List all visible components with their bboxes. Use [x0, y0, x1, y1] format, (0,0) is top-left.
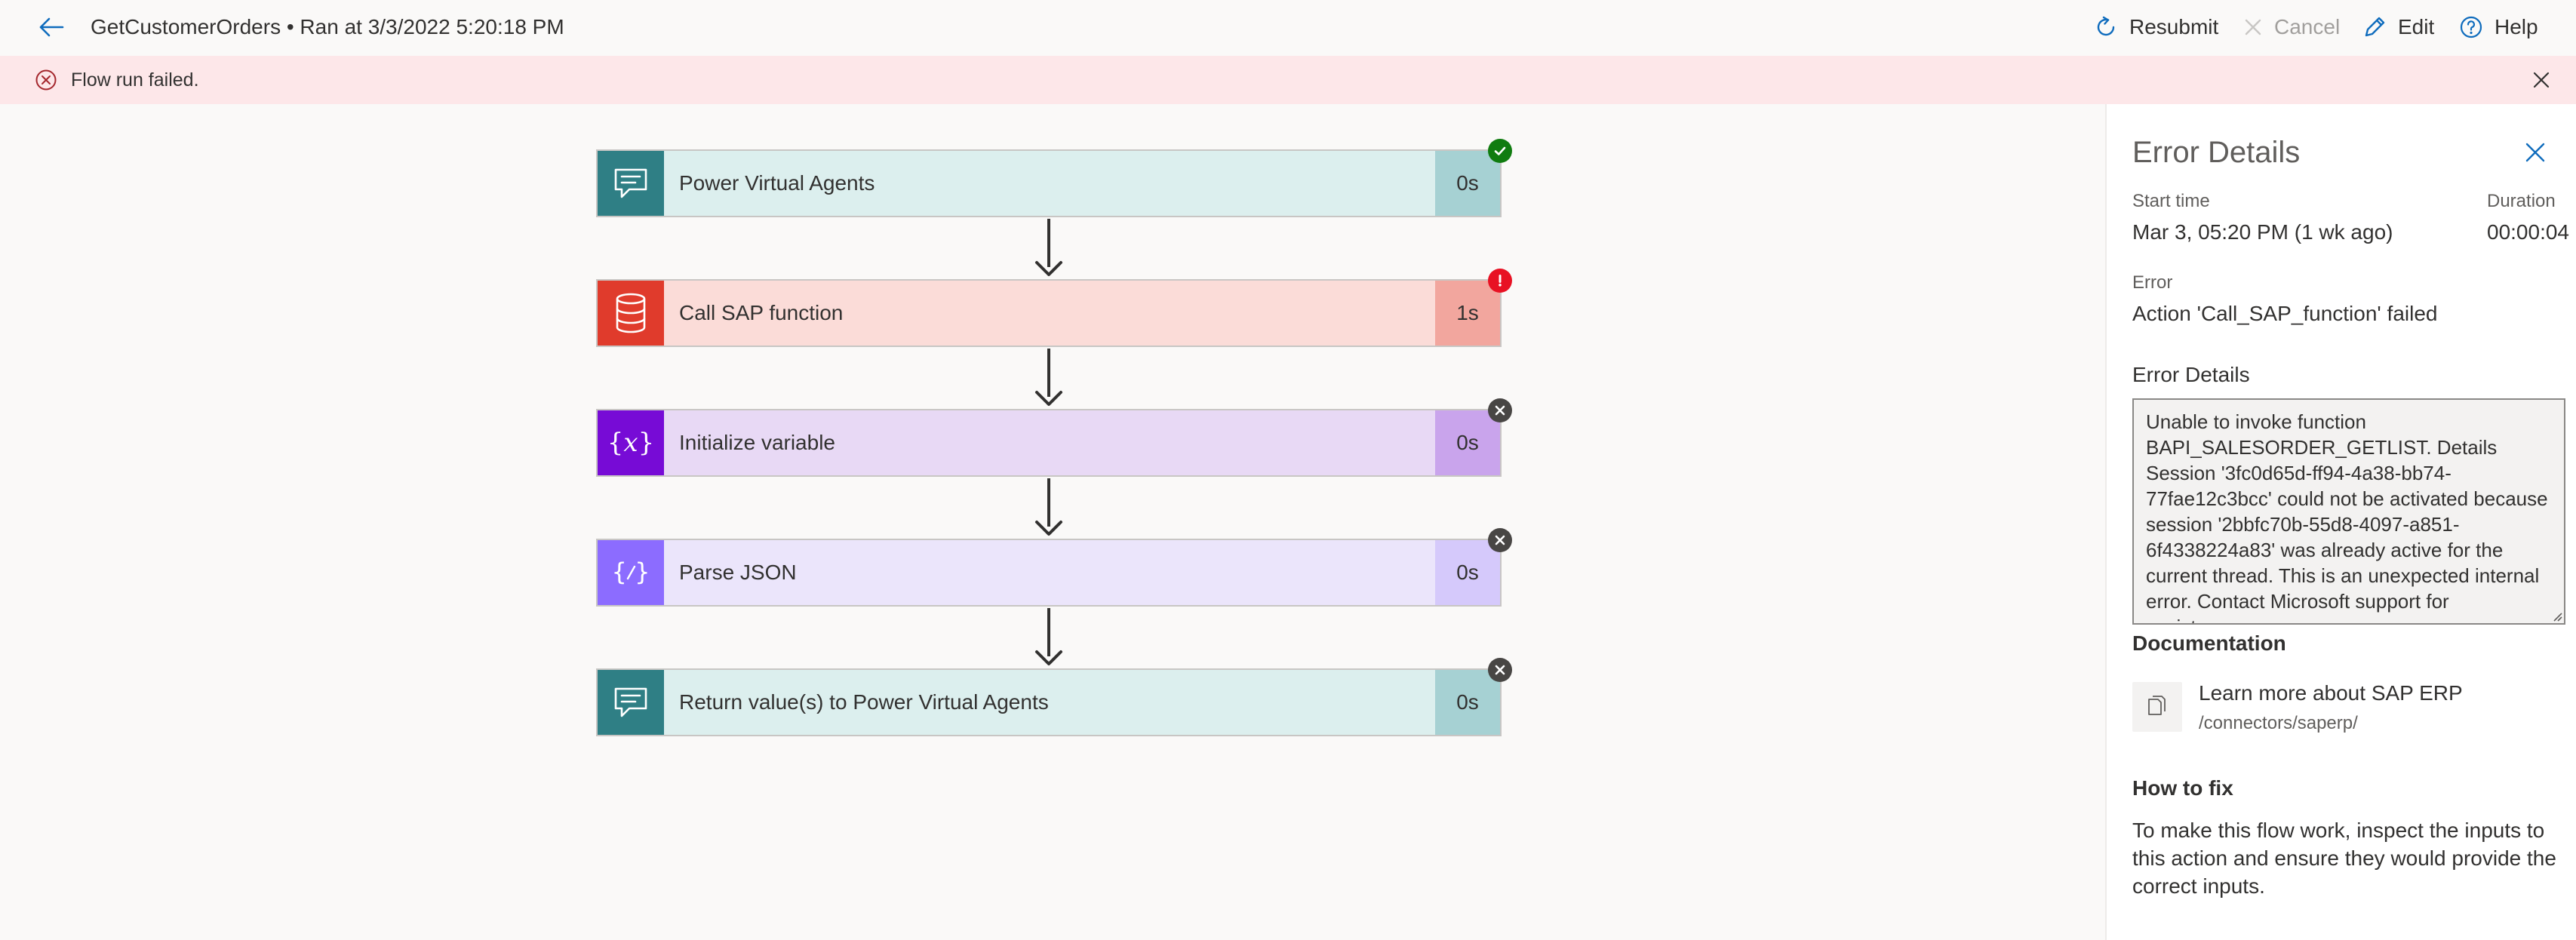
documentation-heading: Documentation — [2132, 631, 2286, 655]
documents-icon — [2148, 696, 2166, 715]
step-icon-box — [598, 281, 664, 346]
close-icon — [2525, 143, 2545, 162]
run-title: GetCustomerOrders • Ran at 3/3/2022 5:20… — [91, 15, 564, 38]
arrow-down-icon — [1035, 650, 1062, 665]
arrow-down-icon — [1035, 521, 1062, 536]
chat-bubble-icon — [614, 168, 647, 198]
step-duration: 1s — [1435, 281, 1500, 346]
cancel-label: Cancel — [2274, 15, 2341, 38]
error-label: Error — [2132, 272, 2173, 293]
step-icon-box — [598, 151, 664, 216]
step-call-sap-function[interactable]: Call SAP function 1s — [596, 269, 1512, 347]
success-check-icon — [1488, 139, 1512, 163]
close-icon — [2533, 72, 2550, 88]
step-label: Parse JSON — [679, 561, 797, 584]
document-tile — [2132, 682, 2182, 732]
error-details-panel: Error Details Start time Duration Mar 3,… — [2105, 104, 2576, 940]
step-label: Call SAP function — [679, 301, 844, 324]
step-icon-box: { } — [598, 540, 664, 605]
help-button[interactable]: Help — [2458, 11, 2538, 44]
help-label: Help — [2495, 15, 2538, 38]
panel-close-button[interactable] — [2519, 136, 2552, 169]
skipped-x-icon — [1488, 398, 1512, 422]
step-label: Power Virtual Agents — [679, 171, 875, 195]
error-circle-icon — [35, 69, 57, 91]
step-duration: 0s — [1435, 670, 1500, 735]
step-icon-box: {x} — [598, 410, 664, 475]
svg-text:{x}: {x} — [607, 428, 654, 458]
start-time-value: Mar 3, 05:20 PM (1 wk ago) — [2132, 220, 2393, 244]
arrow-down-icon — [1035, 391, 1062, 406]
resubmit-label: Resubmit — [2129, 15, 2219, 38]
step-label: Return value(s) to Power Virtual Agents — [679, 690, 1049, 714]
resubmit-button[interactable]: Resubmit — [2093, 11, 2218, 44]
error-exclamation-icon — [1488, 269, 1512, 293]
documentation-path: /connectors/saperp/ — [2199, 713, 2358, 733]
panel-title: Error Details — [2132, 136, 2301, 169]
error-banner: Flow run failed. — [0, 56, 2576, 104]
edit-button[interactable]: Edit — [2362, 11, 2434, 44]
step-power-virtual-agents[interactable]: Power Virtual Agents 0s — [596, 139, 1512, 217]
step-initialize-variable[interactable]: {x} Initialize variable 0s — [596, 398, 1512, 477]
arrow-down-icon — [1035, 261, 1062, 276]
skipped-x-icon — [1488, 658, 1512, 682]
step-duration: 0s — [1435, 151, 1500, 216]
cancel-button[interactable]: Cancel — [2242, 11, 2340, 44]
error-details-text: Unable to invoke function BAPI_SALESORDE… — [2146, 410, 2548, 623]
chat-bubble-icon — [614, 687, 647, 717]
error-value: Action 'Call_SAP_function' failed — [2132, 302, 2438, 325]
error-details-label: Error Details — [2132, 363, 2250, 386]
resize-grip-icon[interactable] — [2550, 610, 2562, 622]
skipped-x-icon — [1488, 528, 1512, 552]
how-to-fix-heading: How to fix — [2132, 776, 2233, 800]
json-icon: { } — [612, 558, 650, 586]
step-icon-box — [598, 670, 664, 735]
step-parse-json[interactable]: { } Parse JSON 0s — [596, 528, 1512, 607]
cancel-icon — [2245, 19, 2261, 35]
step-return-values[interactable]: Return value(s) to Power Virtual Agents … — [596, 658, 1512, 736]
banner-message: Flow run failed. — [71, 69, 199, 91]
banner-close-button[interactable] — [2528, 66, 2555, 94]
variable-icon: {x} — [607, 428, 654, 458]
start-time-label: Start time — [2132, 191, 2210, 211]
error-details-textarea[interactable]: Unable to invoke function BAPI_SALESORDE… — [2132, 398, 2565, 625]
edit-label: Edit — [2398, 15, 2435, 38]
step-label: Initialize variable — [679, 431, 835, 454]
top-bar: GetCustomerOrders • Ran at 3/3/2022 5:20… — [0, 0, 2576, 56]
documentation-link[interactable]: Learn more about SAP ERP — [2199, 680, 2463, 706]
flow-canvas: Power Virtual Agents 0s Call SAP functio… — [0, 104, 2105, 940]
resubmit-icon — [2097, 16, 2115, 36]
step-duration: 0s — [1435, 410, 1500, 475]
duration-value: 00:00:04 — [2487, 220, 2569, 244]
help-circle-icon — [2460, 16, 2482, 38]
pencil-icon — [2365, 17, 2385, 37]
database-icon — [616, 293, 646, 333]
back-button[interactable] — [33, 11, 69, 44]
back-arrow-icon — [39, 17, 64, 37]
step-duration: 0s — [1435, 540, 1500, 605]
duration-label: Duration — [2487, 191, 2556, 211]
how-to-fix-text: To make this flow work, inspect the inpu… — [2132, 819, 2556, 898]
